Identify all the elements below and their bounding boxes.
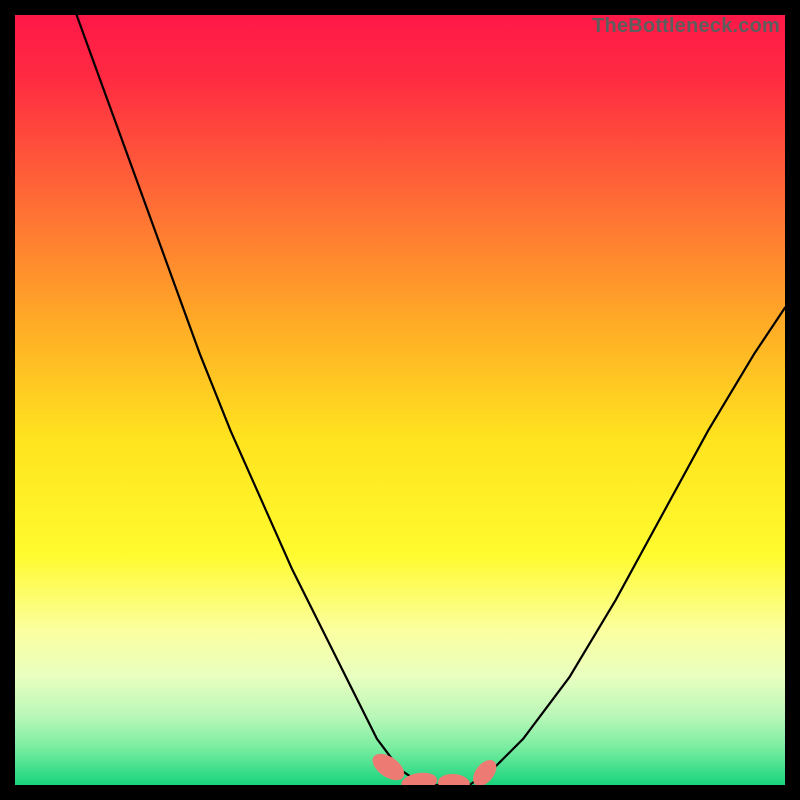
gradient-background bbox=[15, 15, 785, 785]
chart-frame bbox=[15, 15, 785, 785]
bottleneck-chart bbox=[15, 15, 785, 785]
watermark-text: TheBottleneck.com bbox=[592, 15, 780, 38]
